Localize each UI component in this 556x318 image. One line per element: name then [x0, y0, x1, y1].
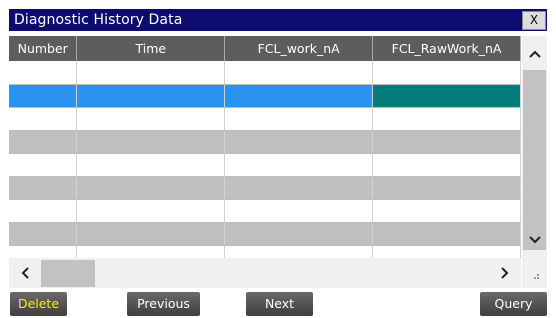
chevron-right-icon: [501, 267, 509, 279]
table-cell[interactable]: [9, 199, 78, 223]
column-header-fcl-work[interactable]: FCL_work_nA: [224, 36, 374, 61]
table-cell[interactable]: [224, 153, 374, 177]
delete-button[interactable]: Delete: [10, 292, 67, 316]
table-cell[interactable]: [76, 153, 226, 177]
table-row[interactable]: [9, 61, 521, 85]
table-cell[interactable]: [76, 222, 226, 246]
table-row[interactable]: [9, 130, 521, 154]
column-header-fcl-rawwork[interactable]: FCL_RawWork_nA: [372, 36, 521, 61]
header-row: Number Time FCL_work_nA FCL_RawWork_nA: [9, 36, 521, 61]
table-row-selected[interactable]: [9, 84, 521, 108]
table-cell[interactable]: [372, 199, 521, 223]
table-row[interactable]: [9, 222, 521, 246]
table-cell[interactable]: [9, 222, 78, 246]
table-cell[interactable]: [372, 222, 521, 246]
horizontal-scrollbar[interactable]: [9, 258, 521, 288]
table-cell[interactable]: [224, 130, 374, 154]
table-row[interactable]: [9, 176, 521, 200]
chevron-left-icon: [21, 267, 29, 279]
title-bar: Diagnostic History Data X: [9, 9, 547, 31]
table-cell[interactable]: [76, 61, 226, 85]
data-grid[interactable]: Number Time FCL_work_nA FCL_RawWork_nA: [9, 36, 521, 258]
horizontal-scroll-thumb[interactable]: [41, 260, 95, 287]
query-button[interactable]: Query: [480, 292, 547, 316]
scroll-up-button[interactable]: [522, 42, 547, 66]
table-cell[interactable]: [372, 61, 521, 85]
table-cell[interactable]: [372, 130, 521, 154]
table-cell[interactable]: [372, 107, 521, 131]
history-table: Number Time FCL_work_nA FCL_RawWork_nA: [9, 36, 521, 258]
table-cell[interactable]: [76, 176, 226, 200]
chevron-up-icon: [528, 50, 541, 58]
chevron-down-icon: [528, 236, 541, 244]
table-row[interactable]: [9, 107, 521, 131]
window-title: Diagnostic History Data: [14, 12, 183, 28]
table-cell[interactable]: [224, 245, 374, 258]
table-cell[interactable]: [76, 245, 226, 258]
table-cell[interactable]: [76, 84, 226, 108]
table-cell[interactable]: [9, 176, 78, 200]
previous-button[interactable]: Previous: [127, 292, 200, 316]
table-cell[interactable]: [9, 153, 78, 177]
table-cell[interactable]: [9, 107, 78, 131]
table-row[interactable]: [9, 245, 521, 258]
table-cell[interactable]: [224, 107, 374, 131]
table-cell[interactable]: [76, 107, 226, 131]
table-cell[interactable]: [224, 84, 374, 108]
table-cell[interactable]: [9, 61, 78, 85]
table-cell[interactable]: [224, 176, 374, 200]
table-cell[interactable]: [76, 199, 226, 223]
table-cell[interactable]: [372, 245, 521, 258]
next-button[interactable]: Next: [246, 292, 313, 316]
table-cell[interactable]: [224, 222, 374, 246]
vertical-scroll-thumb[interactable]: [523, 70, 546, 250]
table-cell[interactable]: [372, 176, 521, 200]
scroll-down-button[interactable]: [522, 228, 547, 252]
vertical-scrollbar[interactable]: [522, 36, 547, 258]
table-cell[interactable]: [9, 130, 78, 154]
close-button[interactable]: X: [522, 11, 546, 30]
table-cell[interactable]: [224, 199, 374, 223]
column-header-time[interactable]: Time: [76, 36, 226, 61]
table-cell[interactable]: [9, 84, 78, 108]
table-cell[interactable]: [224, 61, 374, 85]
column-header-number[interactable]: Number: [9, 36, 78, 61]
table-row[interactable]: [9, 153, 521, 177]
resize-grip-icon[interactable]: [530, 270, 540, 280]
scroll-left-button[interactable]: [15, 264, 35, 282]
table-cell[interactable]: [9, 245, 78, 258]
table-cell[interactable]: [372, 153, 521, 177]
table-row[interactable]: [9, 199, 521, 223]
table-cell[interactable]: [372, 84, 521, 108]
scroll-right-button[interactable]: [495, 264, 515, 282]
table-cell[interactable]: [76, 130, 226, 154]
